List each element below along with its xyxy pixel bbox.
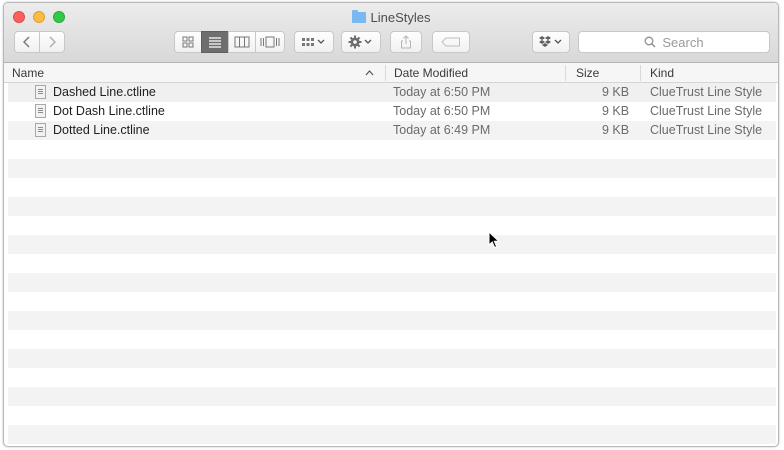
file-size: 9 KB (602, 85, 630, 99)
sort-ascending-icon[interactable] (365, 69, 374, 76)
document-icon (35, 123, 46, 137)
chevron-right-icon (49, 36, 56, 48)
empty-row (8, 406, 776, 425)
empty-row (8, 273, 776, 292)
forward-button[interactable] (39, 31, 65, 53)
column-size-header[interactable]: Size (576, 66, 599, 80)
tag-icon (441, 37, 460, 47)
empty-row (8, 425, 776, 444)
table-row[interactable]: Dot Dash Line.ctline Today at 6:50 PM 9 … (8, 102, 776, 121)
chevron-left-icon (23, 36, 30, 48)
table-row[interactable]: Dotted Line.ctline Today at 6:49 PM 9 KB… (8, 121, 776, 140)
grid-icon (182, 36, 194, 48)
empty-row (8, 311, 776, 330)
finder-window: LineStyles Search Name Date Modified Siz… (3, 2, 779, 447)
file-date: Today at 6:50 PM (393, 85, 491, 99)
share-icon (401, 35, 411, 49)
title-bar: LineStyles Search (4, 3, 778, 63)
document-icon (35, 85, 46, 99)
mouse-cursor-icon (488, 231, 500, 249)
column-kind-header[interactable]: Kind (650, 66, 674, 80)
empty-row (8, 216, 776, 235)
file-name: Dotted Line.ctline (53, 123, 150, 137)
dropbox-button[interactable] (532, 31, 570, 53)
column-divider[interactable] (640, 65, 641, 81)
file-kind: ClueTrust Line Style (650, 85, 763, 99)
file-kind: ClueTrust Line Style (650, 123, 763, 137)
search-field[interactable]: Search (578, 31, 770, 53)
arrange-button[interactable] (294, 31, 334, 53)
empty-row (8, 159, 776, 178)
column-divider[interactable] (565, 65, 566, 81)
empty-row (8, 387, 776, 406)
search-icon (644, 36, 656, 48)
file-name: Dashed Line.ctline (53, 85, 156, 99)
columns-icon (234, 36, 250, 48)
empty-row (8, 444, 776, 446)
window-title: LineStyles (4, 10, 778, 25)
file-size: 9 KB (602, 123, 630, 137)
share-button[interactable] (390, 31, 422, 53)
list-view-button[interactable] (201, 31, 229, 53)
list-icon (209, 37, 221, 48)
table-row[interactable]: Dashed Line.ctline Today at 6:50 PM 9 KB… (8, 83, 776, 102)
gear-icon (348, 35, 372, 49)
file-kind: ClueTrust Line Style (650, 104, 763, 118)
action-button[interactable] (341, 31, 381, 53)
document-icon (35, 104, 46, 118)
file-date: Today at 6:49 PM (393, 123, 491, 137)
column-date-header[interactable]: Date Modified (394, 66, 468, 80)
empty-row (8, 254, 776, 273)
arrange-icon (302, 38, 325, 46)
dropbox-icon (539, 36, 562, 47)
file-list: Dashed Line.ctline Today at 6:50 PM 9 KB… (8, 83, 776, 446)
column-header: Name Date Modified Size Kind (4, 63, 778, 83)
column-divider[interactable] (385, 65, 386, 81)
cover-flow-button[interactable] (255, 31, 285, 53)
search-placeholder: Search (662, 34, 704, 50)
empty-row (8, 140, 776, 159)
empty-row (8, 292, 776, 311)
column-name-header[interactable]: Name (12, 66, 44, 80)
empty-row (8, 349, 776, 368)
empty-row (8, 235, 776, 254)
folder-icon (351, 10, 366, 23)
column-view-button[interactable] (228, 31, 256, 53)
window-title-text: LineStyles (370, 10, 431, 25)
icon-view-button[interactable] (174, 31, 202, 53)
empty-row (8, 330, 776, 349)
empty-row (8, 178, 776, 197)
empty-row (8, 197, 776, 216)
file-name: Dot Dash Line.ctline (53, 104, 165, 118)
file-date: Today at 6:50 PM (393, 104, 491, 118)
tags-button[interactable] (432, 31, 470, 53)
file-size: 9 KB (602, 104, 630, 118)
back-button[interactable] (14, 31, 40, 53)
cover-flow-icon (260, 36, 280, 48)
empty-row (8, 368, 776, 387)
